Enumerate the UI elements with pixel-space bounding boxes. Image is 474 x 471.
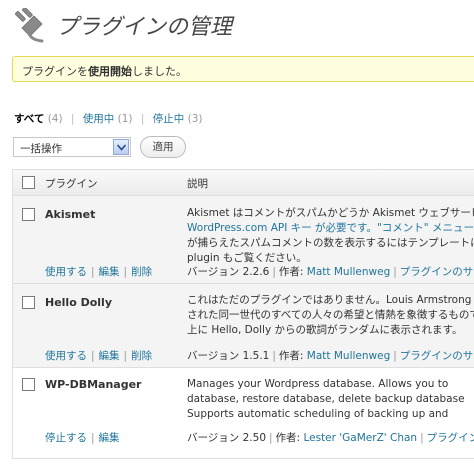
filter-all[interactable]: すべて [14, 113, 44, 125]
plugin-version: バージョン 2.50 [187, 432, 267, 444]
delete-link[interactable]: 削除 [131, 350, 152, 362]
notice-text-bold: 使用開始 [88, 65, 132, 78]
table-header: プラグイン 説明 [13, 170, 474, 196]
meta-separator: | [272, 266, 276, 278]
author-label: 作者: [278, 350, 304, 362]
plugin-checkbox[interactable] [22, 378, 35, 391]
filter-active-count: (1) [117, 113, 133, 125]
delete-link[interactable]: 削除 [131, 266, 152, 278]
activate-link[interactable]: 使用する [45, 266, 87, 278]
column-header-plugin: プラグイン [45, 178, 98, 190]
plugin-checkbox[interactable] [22, 296, 35, 309]
description-line: Manages your Wordpress database. Allows … [187, 378, 449, 390]
filter-inactive[interactable]: 停止中 [153, 113, 185, 125]
edit-link[interactable]: 編集 [99, 350, 120, 362]
activation-notice: プラグインを使用開始しました。 [12, 56, 474, 82]
plugin-status-filters: すべて (4) | 使用中 (1) | 停止中 (3) [14, 111, 202, 126]
meta-separator: | [420, 432, 424, 444]
description-line: Akismet はコメントがスパムかどうか Akismet ウェブサービス [187, 207, 474, 219]
plugin-row-wp-dbmanager: WP-DBManager Manages your Wordpress data… [13, 368, 474, 459]
plugin-description: これはただのプラグインではありません。Louis Armstrong によって … [187, 293, 474, 338]
filter-separator: | [70, 113, 75, 125]
description-line: 上に Hello, Dolly からの歌詞がランダムに表示されます。 [187, 324, 463, 336]
meta-separator: | [272, 350, 276, 362]
plugin-description: Akismet はコメントがスパムかどうか Akismet ウェブサービス Wo… [187, 206, 474, 266]
filter-all-count: (4) [47, 113, 63, 125]
edit-link[interactable]: 編集 [99, 266, 120, 278]
notice-text-before: プラグインを [22, 65, 88, 78]
plugin-site-link[interactable]: プラグインのサイト [427, 432, 474, 444]
plugin-name: Akismet [45, 208, 96, 221]
plugin-meta: バージョン 2.50 | 作者: Lester 'GaMerZ' Chan | プラグイ… [187, 430, 474, 445]
plugin-plug-icon [15, 8, 44, 43]
description-line: これはただのプラグインではありません。Louis Armstrong によって [187, 294, 474, 306]
bulk-action-select[interactable]: 一括操作 [13, 137, 131, 157]
author-link[interactable]: Lester 'GaMerZ' Chan [303, 432, 417, 444]
chevron-down-icon[interactable] [113, 139, 129, 155]
plugins-table: プラグイン 説明 Akismet Akismet はコメントがスパムかどうか A… [12, 169, 474, 459]
notice-text: プラグインを使用開始しました。 [22, 63, 187, 79]
meta-separator: | [393, 266, 397, 278]
edit-link[interactable]: 編集 [99, 432, 120, 444]
description-line: された同一世代のすべての人々の希望と情熱を象徴するものです [187, 309, 474, 321]
description-line[interactable]: WordPress.com API キー が必要です。"コメント" メニュー [187, 221, 474, 236]
description-line: database, restore database, delete backu… [187, 393, 465, 405]
plugin-version: バージョン 1.5.1 [187, 350, 270, 362]
select-all-checkbox[interactable] [22, 176, 35, 189]
plugin-meta: バージョン 2.2.6|作者: Matt Mullenweg|プラグインのサイト [187, 264, 474, 279]
notice-text-after: しました。 [132, 65, 187, 78]
author-label: 作者: [278, 266, 304, 278]
meta-separator: | [269, 432, 273, 444]
filter-active[interactable]: 使用中 [83, 113, 115, 125]
author-link[interactable]: Matt Mullenweg [307, 266, 390, 278]
action-separator: | [91, 350, 95, 362]
column-header-description: 説明 [187, 178, 208, 190]
activate-link[interactable]: 使用する [45, 350, 87, 362]
meta-separator: | [393, 350, 397, 362]
description-line: が捕らえたスパムコメントの数を表示するにはテンプレートに [187, 237, 474, 249]
plugin-name: Hello Dolly [45, 296, 112, 309]
action-separator: | [91, 432, 95, 444]
plugin-version: バージョン 2.2.6 [187, 266, 270, 278]
plugin-row-akismet: Akismet Akismet はコメントがスパムかどうか Akismet ウェ… [13, 196, 474, 284]
plugin-site-link[interactable]: プラグインのサイト [400, 350, 474, 362]
deactivate-link[interactable]: 停止する [45, 432, 87, 444]
author-link[interactable]: Matt Mullenweg [307, 350, 390, 362]
plugin-name: WP-DBManager [45, 378, 142, 391]
bulk-action-value: 一括操作 [20, 143, 62, 155]
apply-button[interactable]: 適用 [140, 136, 186, 158]
page-title: プラグインの管理 [56, 15, 233, 40]
filter-separator: | [140, 113, 145, 125]
plugin-description: Manages your Wordpress database. Allows … [187, 377, 474, 422]
description-line: Supports automatic scheduling of backing… [187, 408, 449, 420]
plugin-row-hello-dolly: Hello Dolly これはただのプラグインではありません。Louis Arm… [13, 284, 474, 368]
plugin-actions: 停止する | 編集 [45, 430, 120, 445]
filter-inactive-count: (3) [187, 113, 203, 125]
action-separator: | [123, 266, 128, 278]
action-separator: | [123, 350, 128, 362]
author-label: 作者: [275, 432, 301, 444]
page-header: プラグインの管理 [0, 0, 474, 50]
plugin-site-link[interactable]: プラグインのサイト [400, 266, 474, 278]
plugin-actions: 使用する | 編集 | 削除 [45, 348, 152, 363]
plugin-checkbox[interactable] [22, 208, 35, 221]
plugin-meta: バージョン 1.5.1|作者: Matt Mullenweg|プラグインのサイト [187, 348, 474, 363]
action-separator: | [91, 266, 95, 278]
plugin-actions: 使用する | 編集 | 削除 [45, 264, 152, 279]
